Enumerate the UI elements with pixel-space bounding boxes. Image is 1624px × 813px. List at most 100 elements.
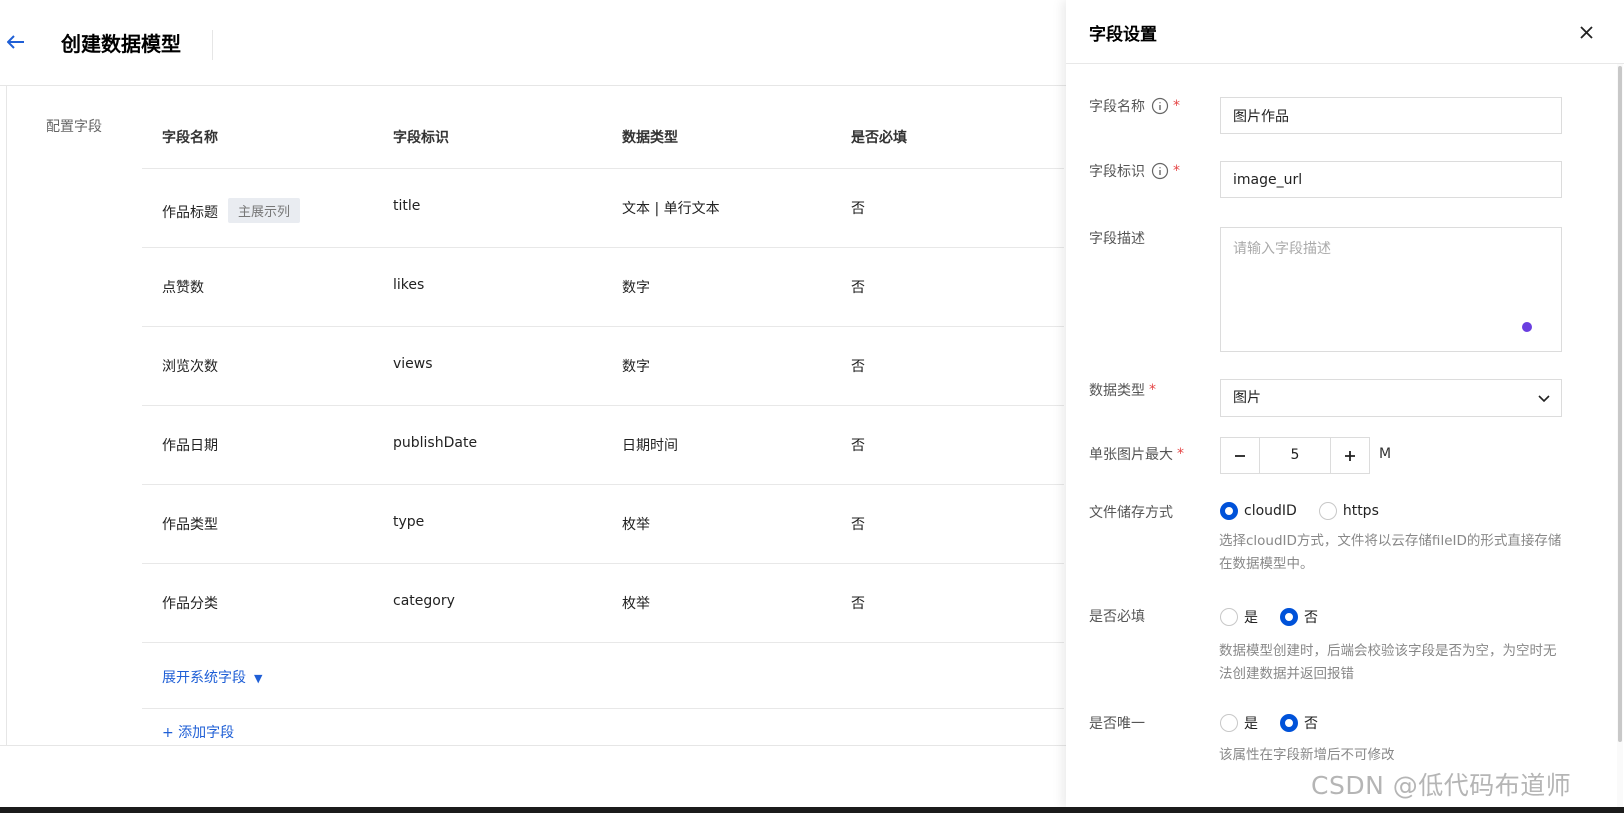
table-row[interactable]: 点赞数 likes 数字 否 — [142, 248, 1064, 327]
field-required-cell: 否 — [851, 438, 865, 454]
radio-label: 是 — [1244, 610, 1258, 626]
radio-label: 否 — [1304, 716, 1318, 732]
required-asterisk: * — [1173, 98, 1180, 114]
field-id-label-text: 字段标识 — [1089, 164, 1145, 180]
table-row[interactable]: 作品日期 publishDate 日期时间 否 — [142, 406, 1064, 485]
data-type-label-text: 数据类型 — [1089, 383, 1145, 399]
field-desc-textarea[interactable] — [1220, 227, 1562, 352]
field-id-label: 字段标识 * — [1089, 161, 1180, 181]
radio-unchecked-icon — [1220, 608, 1238, 626]
field-name-label-text: 字段名称 — [1089, 99, 1145, 115]
required-asterisk: * — [1149, 382, 1156, 398]
radio-checked-icon — [1220, 502, 1238, 520]
field-desc-label: 字段描述 — [1089, 231, 1145, 247]
field-name-cell: 作品分类 — [162, 596, 218, 612]
max-size-label: 单张图片最大 * — [1089, 444, 1184, 464]
back-button[interactable] — [4, 30, 28, 54]
required-option-no[interactable]: 否 — [1280, 607, 1318, 627]
radio-label: cloudID — [1244, 503, 1297, 519]
required-help-text: 数据模型创建时，后端会校验该字段是否为空，为空时无法创建数据并返回报错 — [1219, 643, 1557, 682]
table-header: 字段名称 字段标识 数据类型 是否必填 — [142, 100, 1064, 169]
chevron-down-icon — [1538, 395, 1550, 403]
field-type-cell: 枚举 — [622, 517, 650, 533]
drawer-title: 字段设置 — [1089, 25, 1157, 45]
field-id-input[interactable] — [1220, 161, 1562, 198]
page-title: 创建数据模型 — [61, 32, 181, 56]
field-id-cell: category — [393, 593, 455, 609]
radio-unchecked-icon — [1318, 502, 1337, 520]
required-label: 是否必填 — [1089, 609, 1145, 625]
field-required-cell: 否 — [851, 596, 865, 612]
table-row[interactable]: 浏览次数 views 数字 否 — [142, 327, 1064, 406]
field-required-cell: 否 — [851, 517, 865, 533]
field-type-cell: 枚举 — [622, 596, 650, 612]
unique-label: 是否唯一 — [1089, 716, 1145, 732]
input-assist-dot — [1522, 322, 1532, 332]
size-unit: M — [1379, 446, 1392, 462]
storage-option-https[interactable]: https — [1318, 502, 1379, 520]
plus-icon — [1345, 450, 1355, 461]
expand-system-fields-link[interactable]: 展开系统字段 ▼ — [162, 667, 262, 687]
field-name-label: 字段名称 * — [1089, 96, 1180, 116]
field-type-cell: 数字 — [622, 359, 650, 375]
unique-help-text: 该属性在字段新增后不可修改 — [1219, 747, 1395, 763]
field-name-cell: 作品类型 — [162, 517, 218, 533]
column-header-required: 是否必填 — [851, 130, 907, 146]
radio-label: 否 — [1304, 610, 1318, 626]
storage-radio-group: cloudID https — [1220, 502, 1401, 520]
add-field-link[interactable]: + 添加字段 — [162, 722, 234, 742]
field-required-cell: 否 — [851, 359, 865, 375]
radio-label: 是 — [1244, 716, 1258, 732]
storage-option-cloudid[interactable]: cloudID — [1220, 502, 1297, 520]
field-name-cell: 点赞数 — [162, 280, 204, 296]
column-header-name: 字段名称 — [162, 130, 218, 146]
field-name-input[interactable] — [1220, 97, 1562, 134]
primary-column-badge: 主展示列 — [228, 198, 301, 223]
minus-icon — [1235, 454, 1245, 457]
caret-down-icon: ▼ — [254, 672, 263, 685]
required-option-yes[interactable]: 是 — [1220, 607, 1258, 627]
info-icon[interactable] — [1151, 97, 1169, 115]
storage-help-text: 选择cloudID方式，文件将以云存储fileID的形式直接存储在数据模型中。 — [1219, 533, 1562, 572]
field-id-cell: publishDate — [393, 435, 478, 451]
increment-button[interactable] — [1331, 438, 1369, 473]
unique-radio-group: 是 否 — [1220, 713, 1340, 733]
field-required-cell: 否 — [851, 201, 865, 217]
field-table: 字段名称 字段标识 数据类型 是否必填 作品标题 主展示列 title 文本 | … — [142, 100, 1064, 709]
required-radio-group: 是 否 — [1220, 607, 1340, 627]
info-icon[interactable] — [1151, 162, 1169, 180]
radio-checked-icon — [1280, 714, 1298, 732]
close-button[interactable] — [1574, 20, 1598, 44]
unique-option-no[interactable]: 否 — [1280, 713, 1318, 733]
decrement-button[interactable] — [1221, 438, 1259, 473]
page: 创建数据模型 配置字段 字段名称 字段标识 数据类型 是否必填 作品标题 主展示列… — [0, 0, 1624, 813]
field-name-cell: 作品日期 — [162, 438, 218, 454]
radio-unchecked-icon — [1220, 714, 1238, 732]
close-icon — [1579, 25, 1593, 39]
arrow-left-icon — [7, 35, 24, 49]
column-header-type: 数据类型 — [622, 130, 678, 146]
column-header-id: 字段标识 — [393, 130, 449, 146]
required-asterisk: * — [1177, 446, 1184, 462]
field-id-cell: title — [393, 198, 421, 214]
scrollbar-thumb[interactable] — [1618, 66, 1622, 742]
table-row[interactable]: 作品类型 type 枚举 否 — [142, 485, 1064, 564]
drawer-header: 字段设置 — [1066, 0, 1624, 64]
expand-label: 展开系统字段 — [162, 670, 246, 686]
radio-label: https — [1342, 503, 1379, 519]
data-type-select[interactable]: 图片 — [1220, 379, 1562, 417]
data-type-label: 数据类型 * — [1089, 380, 1156, 400]
field-type-cell: 文本 | 单行文本 — [622, 201, 720, 217]
field-type-cell: 数字 — [622, 280, 650, 296]
max-size-label-text: 单张图片最大 — [1089, 447, 1173, 463]
field-name-cell: 浏览次数 — [162, 359, 218, 375]
field-settings-drawer: 字段设置 字段名称 * 字段标识 * 字段描述 数 — [1066, 0, 1624, 807]
field-id-cell: likes — [393, 277, 425, 293]
max-size-value[interactable]: 5 — [1259, 438, 1331, 473]
field-required-cell: 否 — [851, 280, 865, 296]
expand-system-fields-row: 展开系统字段 ▼ — [142, 643, 1064, 709]
table-row[interactable]: 作品标题 主展示列 title 文本 | 单行文本 否 — [142, 169, 1064, 248]
unique-option-yes[interactable]: 是 — [1220, 713, 1258, 733]
watermark: CSDN @低代码布道师 — [1311, 771, 1572, 800]
table-row[interactable]: 作品分类 category 枚举 否 — [142, 564, 1064, 643]
